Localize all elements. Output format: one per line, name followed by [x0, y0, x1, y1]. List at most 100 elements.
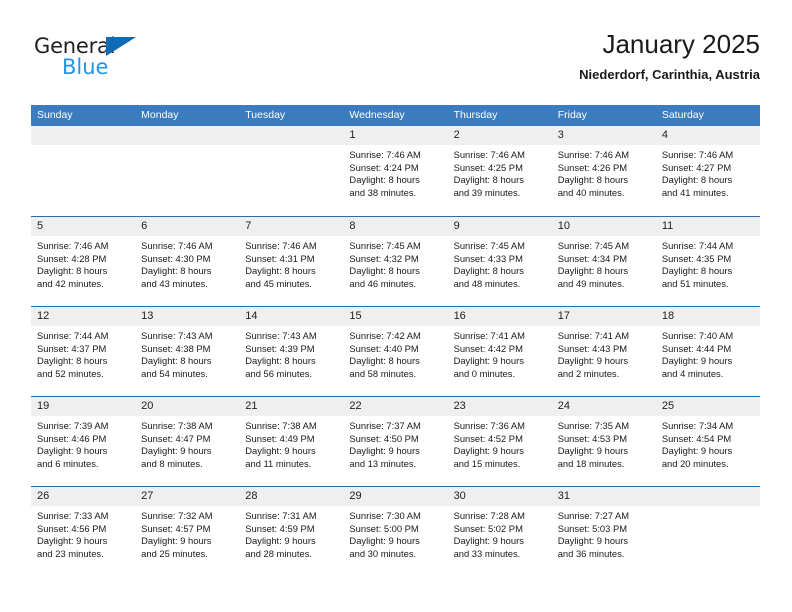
day-number: 28 — [239, 487, 344, 506]
daylight-text: Daylight: 8 hours — [349, 355, 420, 367]
calendar-day-cell[interactable]: 30 Sunrise: 7:28 AM Sunset: 5:02 PM Dayligh… — [447, 487, 552, 576]
calendar-day-cell[interactable]: 16 Sunrise: 7:41 AM Sunset: 4:42 PM Dayligh… — [447, 307, 552, 396]
calendar-day-cell[interactable]: 4 Sunrise: 7:46 AM Sunset: 4:27 PM Daylight… — [655, 126, 760, 216]
daylight-text: Daylight: 8 hours — [37, 355, 108, 367]
sunrise-text: Sunrise: 7:40 AM — [661, 330, 734, 341]
weekday-header-tuesday: Tuesday — [245, 109, 286, 121]
day-details: Sunrise: 7:46 AM Sunset: 4:25 PM Daylight:… — [448, 145, 552, 199]
day-number: 18 — [655, 307, 760, 326]
calendar-day-cell[interactable]: 23 Sunrise: 7:36 AM Sunset: 4:52 PM Dayligh… — [447, 397, 552, 486]
daylight-text: and 2 minutes. — [557, 367, 620, 379]
calendar-day-cell[interactable]: 19 Sunrise: 7:39 AM Sunset: 4:46 PM Dayligh… — [31, 397, 136, 486]
day-number — [239, 126, 344, 145]
sunrise-text: Sunrise: 7:36 AM — [453, 420, 525, 431]
calendar-week-row: 1 Sunrise: 7:46 AM Sunset: 4:24 PM Daylight… — [31, 126, 760, 216]
daylight-text: and 6 minutes. — [37, 457, 99, 469]
sunset-text: Sunset: 4:28 PM — [37, 252, 107, 264]
calendar-day-cell[interactable]: 31 Sunrise: 7:27 AM Sunset: 5:03 PM Dayligh… — [551, 487, 656, 576]
day-number: 11 — [655, 217, 760, 236]
sunset-text: Sunset: 4:27 PM — [661, 161, 732, 173]
sunset-text: Sunset: 4:47 PM — [141, 432, 211, 444]
day-number — [135, 126, 240, 145]
sunset-text: Sunset: 4:35 PM — [661, 252, 732, 264]
calendar-day-cell[interactable]: 14 Sunrise: 7:43 AM Sunset: 4:39 PM Dayligh… — [239, 307, 344, 396]
daylight-text: and 39 minutes. — [453, 186, 521, 198]
daylight-text: Daylight: 8 hours — [245, 355, 316, 367]
weekday-header-saturday: Saturday — [661, 109, 704, 121]
calendar-day-cell[interactable]: 15 Sunrise: 7:42 AM Sunset: 4:40 PM Dayligh… — [343, 307, 448, 396]
calendar-day-cell[interactable]: 18 Sunrise: 7:40 AM Sunset: 4:44 PM Dayligh… — [655, 307, 760, 396]
calendar-day-cell[interactable]: 26 Sunrise: 7:33 AM Sunset: 4:56 PM Dayligh… — [31, 487, 136, 576]
daylight-text: and 43 minutes. — [141, 277, 208, 289]
calendar-day-cell[interactable]: 1 Sunrise: 7:46 AM Sunset: 4:24 PM Daylight… — [343, 126, 448, 216]
calendar-day-cell[interactable]: 9 Sunrise: 7:45 AM Sunset: 4:33 PM Daylight… — [447, 217, 552, 306]
day-details: Sunrise: 7:46 AM Sunset: 4:24 PM Daylight:… — [343, 145, 447, 199]
calendar-day-cell[interactable]: 25 Sunrise: 7:34 AM Sunset: 4:54 PM Dayligh… — [655, 397, 760, 486]
calendar-day-cell[interactable]: 5 Sunrise: 7:46 AM Sunset: 4:28 PM Daylight… — [31, 217, 136, 306]
day-details: Sunrise: 7:35 AM Sunset: 4:53 PM Daylight:… — [552, 416, 656, 470]
calendar-day-cell[interactable]: 11 Sunrise: 7:44 AM Sunset: 4:35 PM Dayligh… — [655, 217, 760, 306]
sunrise-text: Sunrise: 7:42 AM — [349, 330, 421, 341]
daylight-text: and 13 minutes. — [349, 457, 417, 469]
daylight-text: Daylight: 9 hours — [245, 445, 316, 457]
day-number: 30 — [447, 487, 552, 506]
calendar-day-cell[interactable]: 3 Sunrise: 7:46 AM Sunset: 4:26 PM Daylight… — [551, 126, 656, 216]
day-number: 31 — [551, 487, 656, 506]
calendar-day-cell[interactable]: 21 Sunrise: 7:38 AM Sunset: 4:49 PM Dayligh… — [239, 397, 344, 486]
sunrise-text: Sunrise: 7:28 AM — [453, 510, 525, 521]
calendar-day-cell[interactable]: 28 Sunrise: 7:31 AM Sunset: 4:59 PM Dayligh… — [239, 487, 344, 576]
day-number: 27 — [135, 487, 240, 506]
sunrise-text: Sunrise: 7:30 AM — [349, 510, 421, 521]
day-details: Sunrise: 7:41 AM Sunset: 4:42 PM Daylight:… — [448, 326, 552, 380]
page-header: General Blue January 2025 Niederdorf, Ca… — [31, 28, 760, 98]
sunset-text: Sunset: 4:50 PM — [349, 432, 419, 444]
sunrise-text: Sunrise: 7:35 AM — [557, 420, 630, 431]
sunrise-text: Sunrise: 7:45 AM — [349, 240, 421, 251]
calendar-day-cell[interactable]: 24 Sunrise: 7:35 AM Sunset: 4:53 PM Dayligh… — [551, 397, 656, 486]
calendar-day-cell[interactable]: 2 Sunrise: 7:46 AM Sunset: 4:25 PM Daylight… — [447, 126, 552, 216]
sunrise-text: Sunrise: 7:27 AM — [557, 510, 630, 521]
day-details — [656, 506, 760, 510]
sunrise-text: Sunrise: 7:34 AM — [661, 420, 734, 431]
daylight-text: and 30 minutes. — [349, 547, 417, 559]
sunrise-text: Sunrise: 7:38 AM — [141, 420, 213, 431]
calendar-day-cell[interactable]: 22 Sunrise: 7:37 AM Sunset: 4:50 PM Dayligh… — [343, 397, 448, 486]
sunset-text: Sunset: 4:38 PM — [141, 342, 211, 354]
calendar-grid: Sunday Monday Tuesday Wednesday Thursday Frid… — [31, 105, 760, 576]
sunset-text: Sunset: 4:43 PM — [557, 342, 628, 354]
calendar-day-cell[interactable]: 10 Sunrise: 7:45 AM Sunset: 4:34 PM Dayligh… — [551, 217, 656, 306]
calendar-day-cell[interactable]: 29 Sunrise: 7:30 AM Sunset: 5:00 PM Dayligh… — [343, 487, 448, 576]
calendar-day-cell[interactable]: 17 Sunrise: 7:41 AM Sunset: 4:43 PM Dayligh… — [551, 307, 656, 396]
calendar-day-cell[interactable]: 27 Sunrise: 7:32 AM Sunset: 4:57 PM Dayligh… — [135, 487, 240, 576]
calendar-day-cell[interactable]: 12 Sunrise: 7:44 AM Sunset: 4:37 PM Dayligh… — [31, 307, 136, 396]
day-details: Sunrise: 7:45 AM Sunset: 4:34 PM Daylight:… — [552, 236, 656, 290]
sunset-text: Sunset: 4:40 PM — [349, 342, 419, 354]
day-number: 9 — [447, 217, 552, 236]
sunset-text: Sunset: 4:33 PM — [453, 252, 523, 264]
day-details: Sunrise: 7:45 AM Sunset: 4:32 PM Daylight:… — [343, 236, 447, 290]
sunrise-text: Sunrise: 7:46 AM — [245, 240, 317, 251]
calendar-day-cell[interactable]: 7 Sunrise: 7:46 AM Sunset: 4:31 PM Daylight… — [239, 217, 344, 306]
day-number: 5 — [31, 217, 136, 236]
sunrise-text: Sunrise: 7:44 AM — [37, 330, 109, 341]
calendar-day-cell[interactable]: 13 Sunrise: 7:43 AM Sunset: 4:38 PM Dayligh… — [135, 307, 240, 396]
calendar-day-cell[interactable]: 6 Sunrise: 7:46 AM Sunset: 4:30 PM Daylight… — [135, 217, 240, 306]
day-number: 14 — [239, 307, 344, 326]
daylight-text: Daylight: 9 hours — [37, 535, 108, 547]
day-details: Sunrise: 7:46 AM Sunset: 4:30 PM Daylight:… — [135, 236, 239, 290]
day-number: 10 — [551, 217, 656, 236]
daylight-text: Daylight: 9 hours — [453, 445, 524, 457]
calendar-day-cell[interactable]: 8 Sunrise: 7:45 AM Sunset: 4:32 PM Daylight… — [343, 217, 448, 306]
daylight-text: and 45 minutes. — [245, 277, 312, 289]
brand-logo[interactable]: General Blue — [34, 36, 234, 92]
calendar-day-cell[interactable]: 20 Sunrise: 7:38 AM Sunset: 4:47 PM Dayligh… — [135, 397, 240, 486]
sunrise-text: Sunrise: 7:32 AM — [141, 510, 213, 521]
sunset-text: Sunset: 5:03 PM — [557, 522, 628, 534]
sunset-text: Sunset: 4:32 PM — [349, 252, 419, 264]
calendar-weeks: 1 Sunrise: 7:46 AM Sunset: 4:24 PM Daylight… — [31, 126, 760, 576]
page-subtitle: Niederdorf, Carinthia, Austria — [579, 67, 760, 82]
brand-name-general: General — [34, 34, 116, 58]
day-details: Sunrise: 7:32 AM Sunset: 4:57 PM Daylight:… — [135, 506, 239, 560]
daylight-text: and 41 minutes. — [661, 186, 729, 198]
sunrise-text: Sunrise: 7:38 AM — [245, 420, 317, 431]
